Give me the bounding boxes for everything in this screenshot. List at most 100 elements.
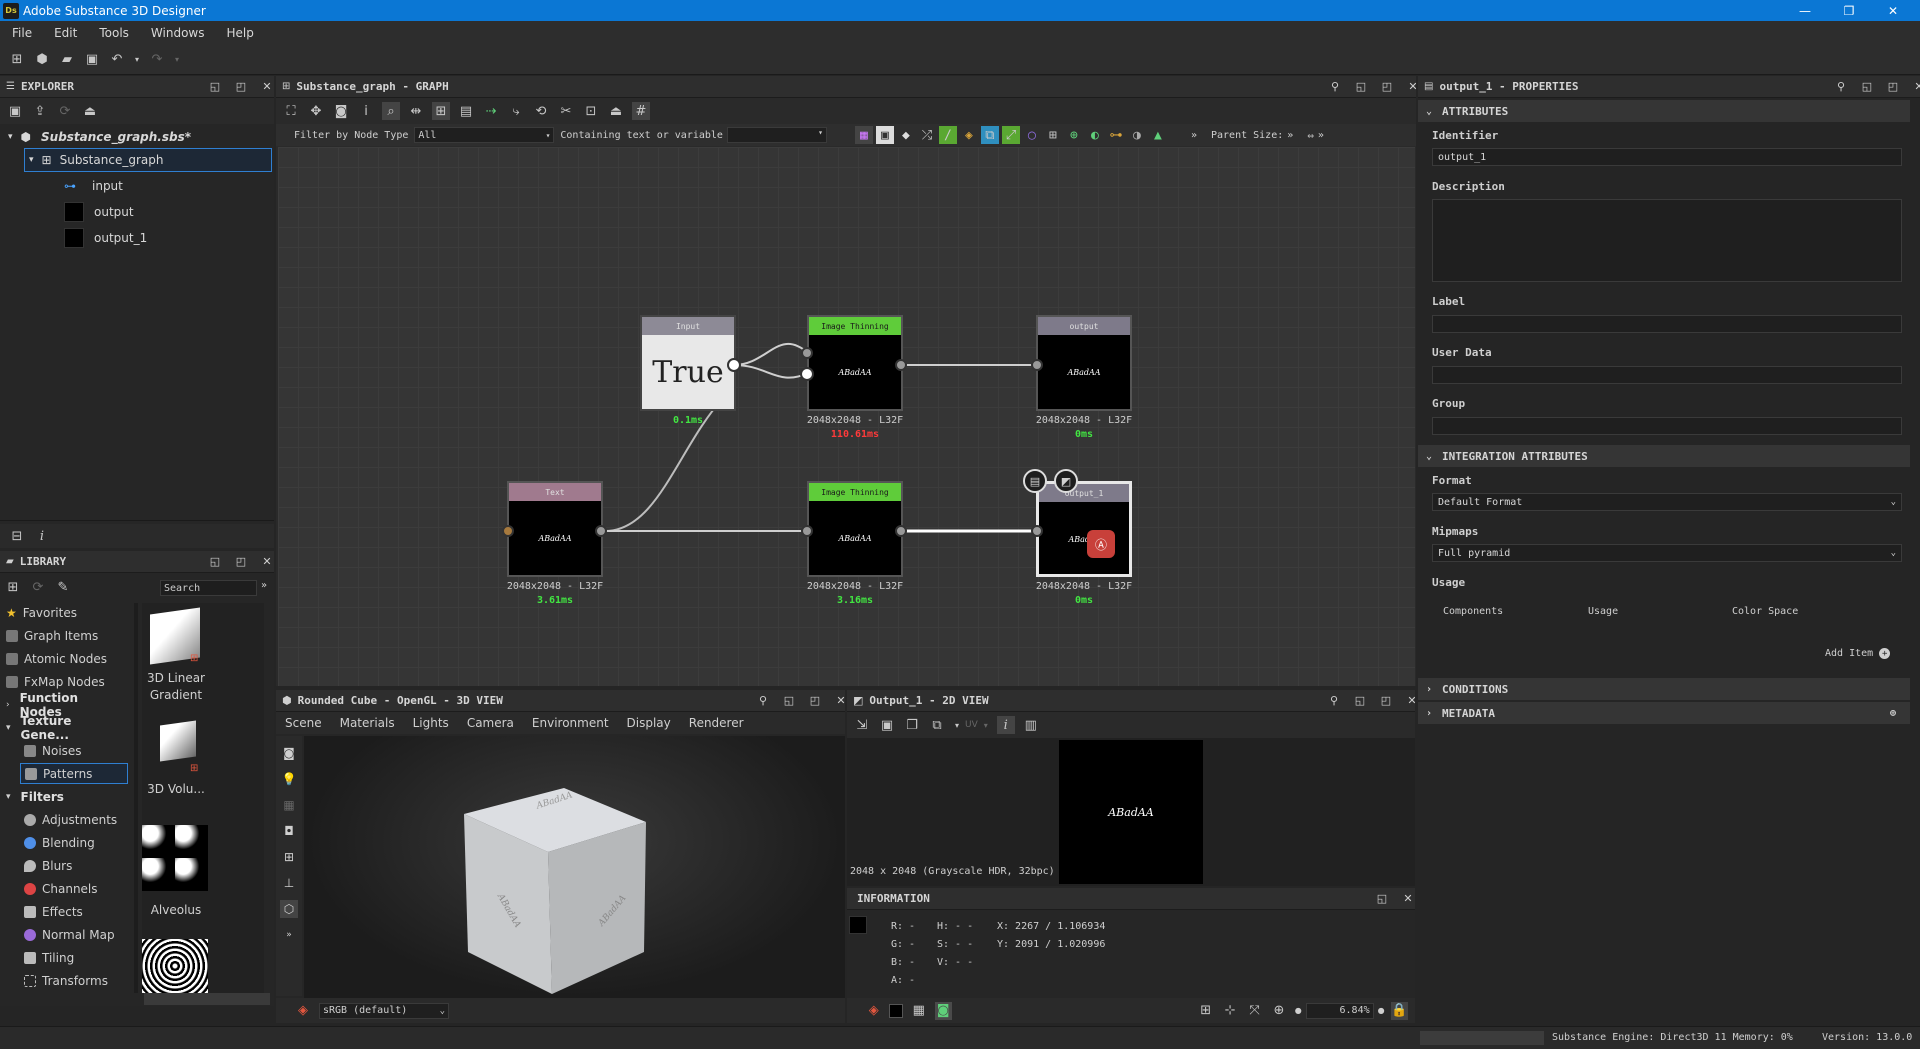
export-icon[interactable]: ⇲	[853, 716, 871, 734]
lib-cat-normal-map[interactable]: Normal Map	[24, 925, 129, 944]
compare-icon[interactable]: ⧉	[928, 716, 946, 734]
node-type-select[interactable]: All ▾	[414, 127, 555, 143]
tile-filter-icon[interactable]: ⊞	[1044, 126, 1062, 144]
lib-cat-noises[interactable]: Noises	[24, 741, 129, 760]
menu-file[interactable]: File	[12, 26, 32, 40]
lib-cat-effects[interactable]: Effects	[24, 902, 129, 921]
node-image-thinning-2[interactable]: Image Thinning ABadAA	[807, 481, 903, 577]
node-output[interactable]: output ABadAA	[1036, 315, 1132, 411]
layout-icon[interactable]: ⊞	[432, 102, 450, 120]
chevron-down-icon[interactable]: »	[280, 926, 298, 944]
node-document-icon[interactable]: ▤	[1023, 469, 1047, 493]
copy-icon[interactable]: ❐	[903, 716, 921, 734]
input-port[interactable]	[801, 347, 813, 359]
library-splitter[interactable]	[134, 603, 138, 993]
node-text[interactable]: Text ABadAA	[507, 481, 603, 577]
search-icon[interactable]: ⌕	[382, 102, 400, 120]
library-search-input[interactable]: Search	[160, 580, 257, 596]
grid-icon[interactable]: ⊞	[1197, 1002, 1214, 1020]
thumbnail-3d-volume[interactable]	[160, 720, 196, 762]
output-port[interactable]	[895, 525, 907, 537]
restore-button[interactable]: ❐	[1827, 0, 1871, 21]
node-output-1[interactable]: output_1 ABadAA Ⓐ	[1036, 481, 1132, 577]
thumbnail-alveolus[interactable]	[142, 825, 208, 891]
pin-tool-icon[interactable]: ⊹	[1221, 1002, 1238, 1020]
float-icon[interactable]: ◱	[782, 693, 796, 707]
maximize-icon[interactable]: ◰	[808, 693, 822, 707]
lib-cat-channels[interactable]: Channels	[24, 879, 129, 898]
thumbnail-pattern[interactable]	[142, 939, 208, 993]
tree-item-input[interactable]: ⊶ input	[64, 175, 123, 197]
layers-icon[interactable]: ◈	[865, 1002, 882, 1020]
close-icon[interactable]: ✕	[260, 79, 274, 93]
menu-edit[interactable]: Edit	[54, 26, 77, 40]
mask-filter-icon[interactable]: ◑	[1128, 126, 1146, 144]
lib-cat-blending[interactable]: Blending	[24, 833, 129, 852]
chevron-right-icon[interactable]: »	[261, 580, 267, 591]
uv-toggle[interactable]: UV	[965, 720, 978, 730]
userdata-field[interactable]	[1432, 366, 1902, 384]
view-mode-icon[interactable]: ◙	[934, 1001, 952, 1020]
layers-icon[interactable]: ◈	[294, 1002, 312, 1020]
output-port[interactable]	[895, 359, 907, 371]
float-icon[interactable]: ◱	[208, 554, 222, 568]
close-window-button[interactable]: ✕	[1871, 0, 1915, 21]
cube-icon[interactable]: ⬡	[280, 900, 298, 918]
screenshot-icon[interactable]: ◘	[280, 822, 298, 840]
screenshot-icon[interactable]: ◙	[332, 102, 350, 120]
color-filter-icon[interactable]: ◐	[1086, 126, 1104, 144]
filter-icon[interactable]: ⊞	[4, 578, 22, 596]
lib-cat-adjustments[interactable]: Adjustments	[24, 810, 129, 829]
publish-icon[interactable]: ⏏	[81, 102, 99, 120]
blend-filter-icon[interactable]: ◈	[960, 126, 978, 144]
tree-graph[interactable]: ▾ ⊞ Substance_graph	[24, 148, 272, 172]
cycle-icon[interactable]: ⟲	[532, 102, 550, 120]
tree-package[interactable]: ▾ ⬢ Substance_graph.sbs*	[8, 126, 191, 148]
containing-text-input[interactable]: ▾	[726, 127, 827, 143]
edit-icon[interactable]: ✎	[54, 578, 72, 596]
lib-cat-patterns[interactable]: Patterns	[20, 763, 128, 784]
lib-cat-function-nodes[interactable]: › Function Nodes	[6, 691, 111, 719]
frame-all-icon[interactable]: ⛶	[282, 102, 300, 120]
grayscale-filter-icon[interactable]: ▣	[875, 126, 894, 144]
maximize-icon[interactable]: ◰	[1380, 79, 1394, 93]
input-port[interactable]	[801, 525, 813, 537]
pin-icon[interactable]: ⚲	[756, 693, 770, 707]
float-icon[interactable]: ◱	[1353, 693, 1367, 707]
close-icon[interactable]: ✕	[1406, 79, 1416, 93]
output-size-icon[interactable]: ⇔	[1307, 129, 1314, 142]
pin-icon[interactable]: ⚲	[1834, 79, 1848, 93]
normal-filter-icon[interactable]: ◯	[1023, 126, 1041, 144]
info-icon[interactable]: ⅰ	[357, 102, 375, 120]
section-integration-attributes[interactable]: ⌄ INTEGRATION ATTRIBUTES	[1418, 445, 1910, 467]
histogram-filter-icon[interactable]: ▲	[1149, 126, 1167, 144]
zoom-out-icon[interactable]: ●	[1295, 1006, 1302, 1015]
node-preview-icon[interactable]: ◩	[1054, 469, 1078, 493]
menu-help[interactable]: Help	[226, 26, 253, 40]
view3d-tab-scene[interactable]: Scene	[285, 716, 322, 730]
save-icon[interactable]: ▣	[6, 102, 24, 120]
format-select[interactable]: Default Format ⌄	[1432, 493, 1902, 511]
maximize-icon[interactable]: ◰	[234, 79, 248, 93]
tree-toggle-icon[interactable]: ⊟	[8, 527, 26, 545]
lib-cat-fxmap-nodes[interactable]: FxMap Nodes	[6, 672, 111, 691]
lib-cat-blurs[interactable]: Blurs	[24, 856, 129, 875]
description-field[interactable]	[1432, 199, 1902, 282]
label-field[interactable]	[1432, 315, 1902, 333]
lib-cat-graph-items[interactable]: Graph Items	[6, 626, 111, 645]
horizontal-scrollbar[interactable]	[144, 993, 270, 1005]
fit-icon[interactable]: ⤧	[1246, 1002, 1263, 1020]
environment-icon[interactable]: ▦	[280, 796, 298, 814]
input-port[interactable]	[1031, 525, 1043, 537]
chevron-down-icon[interactable]: ▾	[953, 716, 961, 734]
colorspace-select[interactable]: sRGB (default) ⌄	[319, 1002, 449, 1019]
chevron-right-icon[interactable]: »	[1287, 130, 1293, 141]
add-filter-icon[interactable]: ⊕	[1065, 126, 1083, 144]
lib-cat-tiling[interactable]: Tiling	[24, 948, 129, 967]
redo-icon[interactable]: ↷	[148, 51, 166, 69]
shuffle-filter-icon[interactable]: ⤮	[918, 126, 936, 144]
grid-icon[interactable]: #	[632, 102, 650, 120]
histogram-icon[interactable]: ▥	[1022, 716, 1040, 734]
maximize-icon[interactable]: ◰	[1886, 79, 1900, 93]
output-port[interactable]	[727, 358, 741, 372]
